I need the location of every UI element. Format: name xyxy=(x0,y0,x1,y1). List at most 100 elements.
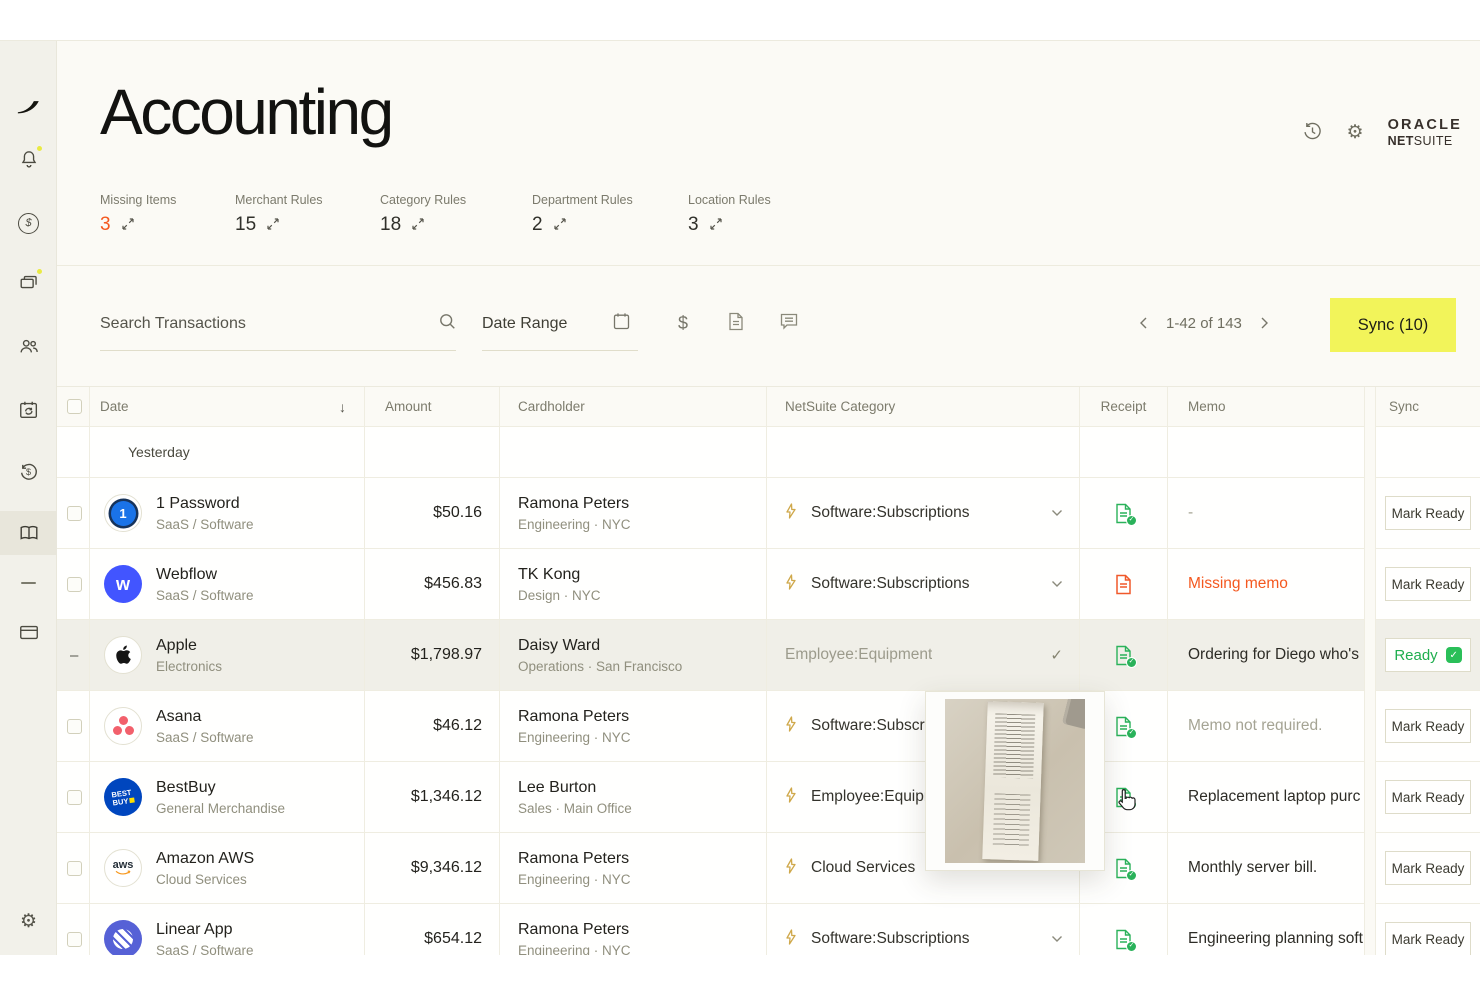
mark-ready-button[interactable]: Mark Ready xyxy=(1385,851,1471,885)
amount: $9,346.12 xyxy=(365,833,500,904)
receipt-attached-icon[interactable] xyxy=(1114,858,1133,879)
stat-value: 15 xyxy=(235,214,256,236)
sort-desc-icon[interactable]: ↓ xyxy=(339,399,346,415)
sidebar-item-settings[interactable]: ⚙ xyxy=(0,899,57,943)
sidebar-item-balance[interactable]: $ xyxy=(0,201,57,245)
mark-ready-button[interactable]: Mark Ready xyxy=(1385,709,1471,743)
memo-cell[interactable]: Replacement laptop purc xyxy=(1168,762,1365,833)
table-row[interactable]: Linear AppSaaS / Software $654.12 Ramona… xyxy=(57,904,1480,955)
receipt-attached-icon[interactable] xyxy=(1114,503,1133,524)
sidebar-item-accounting[interactable] xyxy=(0,511,57,555)
integration-settings-button[interactable]: ⚙ xyxy=(1347,123,1364,142)
sidebar: $ $ xyxy=(0,41,57,955)
sidebar-item-reimbursements[interactable]: $ xyxy=(0,450,57,494)
memo-cell[interactable]: Missing memo xyxy=(1168,549,1365,620)
date-range-label: Date Range xyxy=(482,315,567,333)
row-checkbox[interactable] xyxy=(57,478,90,549)
merchant-name: Webflow xyxy=(156,566,254,584)
ramp-logo-icon xyxy=(16,97,42,116)
table-row[interactable]: AsanaSaaS / Software $46.12 Ramona Peter… xyxy=(57,691,1480,762)
merchant-name: Amazon AWS xyxy=(156,850,254,868)
amount-filter-button[interactable]: $ xyxy=(669,309,697,337)
table-row[interactable]: aws Amazon AWS Cloud Services $9,346.12 R… xyxy=(57,833,1480,904)
merchant-type: Cloud Services xyxy=(156,872,254,887)
stat-value: 2 xyxy=(532,214,543,236)
expand-icon[interactable] xyxy=(412,214,424,236)
sidebar-item-card-programs[interactable] xyxy=(0,610,57,654)
table-row[interactable]: – AppleElectronics $1,798.97 Daisy WardO… xyxy=(57,620,1480,691)
comment-icon xyxy=(780,313,798,333)
merchant-logo-apple xyxy=(104,636,142,674)
page-range-label: 1-42 of 143 xyxy=(1166,315,1242,332)
sidebar-item-home[interactable] xyxy=(0,84,57,128)
merchant-name: Asana xyxy=(156,708,254,726)
sync-button[interactable]: Sync (10) xyxy=(1330,298,1456,352)
mark-ready-button[interactable]: Mark Ready xyxy=(1385,922,1471,955)
cardholder-name: Ramona Peters xyxy=(518,850,629,868)
merchant-type: General Merchandise xyxy=(156,801,285,816)
table-row[interactable]: BESTBUY BestBuyGeneral Merchandise $1,34… xyxy=(57,762,1480,833)
memo-cell[interactable]: Ordering for Diego who's xyxy=(1168,620,1365,691)
row-checkbox[interactable] xyxy=(57,904,90,955)
cardholder-name: TK Kong xyxy=(518,566,580,584)
memo-cell[interactable]: Engineering planning soft xyxy=(1168,904,1365,955)
sidebar-item-cards[interactable] xyxy=(0,260,57,304)
sidebar-item-collapsed[interactable] xyxy=(0,565,57,601)
row-checkbox[interactable] xyxy=(57,762,90,833)
select-all-checkbox[interactable] xyxy=(57,387,90,427)
column-sync: Sync xyxy=(1375,387,1480,427)
screen: $ $ xyxy=(0,0,1480,987)
mark-ready-button[interactable]: Mark Ready xyxy=(1385,496,1471,530)
search-input[interactable] xyxy=(100,315,439,333)
document-icon xyxy=(728,312,744,334)
cardholder-name: Lee Burton xyxy=(518,779,596,797)
cards-badge xyxy=(35,267,44,276)
bolt-icon xyxy=(785,574,797,595)
row-checkbox[interactable] xyxy=(57,833,90,904)
dash-icon: – xyxy=(67,647,78,664)
memo-filter-button[interactable] xyxy=(775,309,803,337)
merchant-logo-aws: aws xyxy=(104,849,142,887)
category-dropdown[interactable]: Software:Subscriptions xyxy=(767,549,1080,620)
merchant-type: SaaS / Software xyxy=(156,517,254,532)
row-checkbox[interactable] xyxy=(57,549,90,620)
chevron-down-icon xyxy=(1051,580,1063,588)
sidebar-item-notifications[interactable] xyxy=(0,137,57,181)
receipt-attached-icon[interactable] xyxy=(1114,645,1133,666)
bolt-icon xyxy=(785,503,797,524)
receipt-missing-icon[interactable] xyxy=(1114,574,1133,595)
column-date[interactable]: Date ↓ xyxy=(90,387,365,427)
sidebar-item-bill-pay[interactable] xyxy=(0,388,57,432)
gear-icon: ⚙ xyxy=(1347,123,1364,142)
page-title: Accounting xyxy=(100,75,392,149)
receipt-attached-icon[interactable] xyxy=(1114,929,1133,950)
row-checkbox[interactable] xyxy=(57,691,90,762)
table-row[interactable]: 1 1 PasswordSaaS / Software $50.16 Ramon… xyxy=(57,478,1480,549)
mark-ready-button[interactable]: Mark Ready xyxy=(1385,780,1471,814)
sync-history-button[interactable] xyxy=(1302,121,1323,145)
category-dropdown[interactable]: Software:Subscriptions xyxy=(767,478,1080,549)
stat-location-rules: Location Rules 3 xyxy=(688,193,771,236)
expand-icon[interactable] xyxy=(267,214,279,236)
category-dropdown[interactable]: Software:Subscriptions xyxy=(767,904,1080,955)
mark-ready-button[interactable]: Mark Ready xyxy=(1385,567,1471,601)
row-checkbox[interactable]: – xyxy=(57,620,90,691)
page-next-button[interactable] xyxy=(1260,317,1269,329)
receipt-filter-button[interactable] xyxy=(722,309,750,337)
expand-icon[interactable] xyxy=(710,214,722,236)
page-prev-button[interactable] xyxy=(1139,317,1148,329)
expand-icon[interactable] xyxy=(122,214,134,236)
memo-cell[interactable]: - xyxy=(1168,478,1365,549)
memo-cell[interactable]: Monthly server bill. xyxy=(1168,833,1365,904)
notification-badge xyxy=(35,144,44,153)
sidebar-item-people[interactable] xyxy=(0,324,57,368)
table-row[interactable]: w WebflowSaaS / Software $456.83 TK Kong… xyxy=(57,549,1480,620)
expand-icon[interactable] xyxy=(554,214,566,236)
cardholder-name: Daisy Ward xyxy=(518,637,600,655)
memo-cell[interactable]: Memo not required. xyxy=(1168,691,1365,762)
merchant-type: SaaS / Software xyxy=(156,943,254,956)
ready-button[interactable]: Ready ✓ xyxy=(1385,638,1471,672)
date-range-filter[interactable]: Date Range xyxy=(482,297,638,351)
cursor-hand-icon xyxy=(1116,788,1138,817)
receipt-attached-icon[interactable] xyxy=(1114,716,1133,737)
